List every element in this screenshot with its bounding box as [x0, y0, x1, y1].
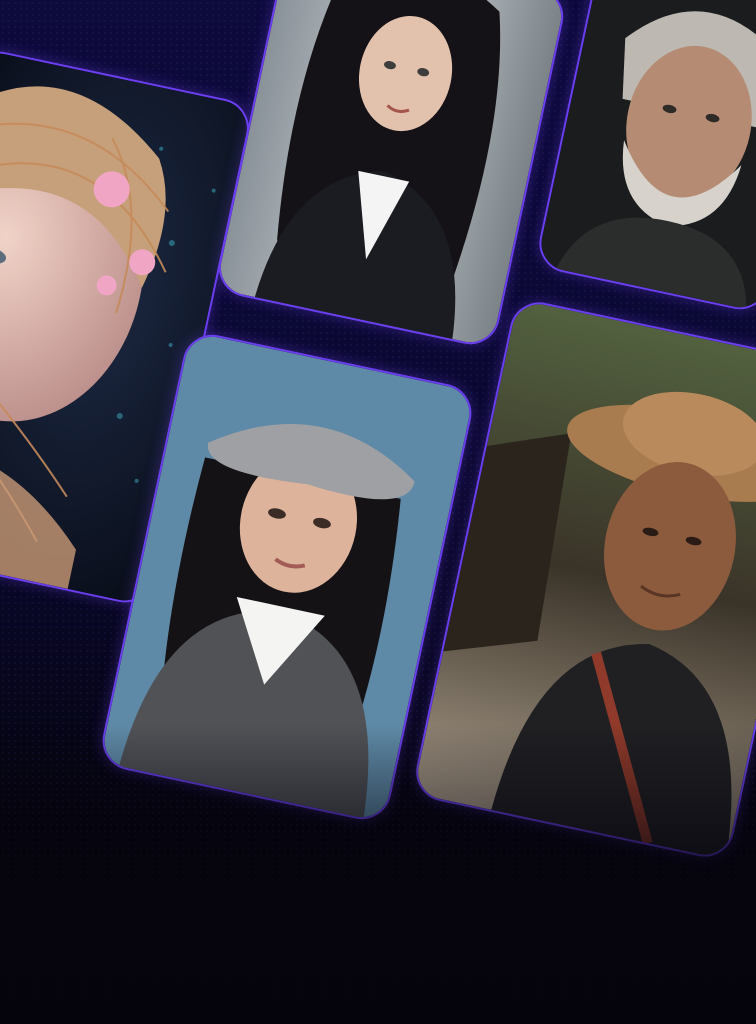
portrait-card-man-straw-hat[interactable] [410, 296, 756, 863]
elderly-man-image [536, 0, 756, 313]
businesswoman-image [215, 0, 567, 348]
portrait-gallery [0, 0, 756, 1024]
man-straw-hat-image [412, 299, 756, 860]
portrait-card-elderly-man[interactable] [533, 0, 756, 315]
portrait-card-businesswoman[interactable] [213, 0, 569, 350]
